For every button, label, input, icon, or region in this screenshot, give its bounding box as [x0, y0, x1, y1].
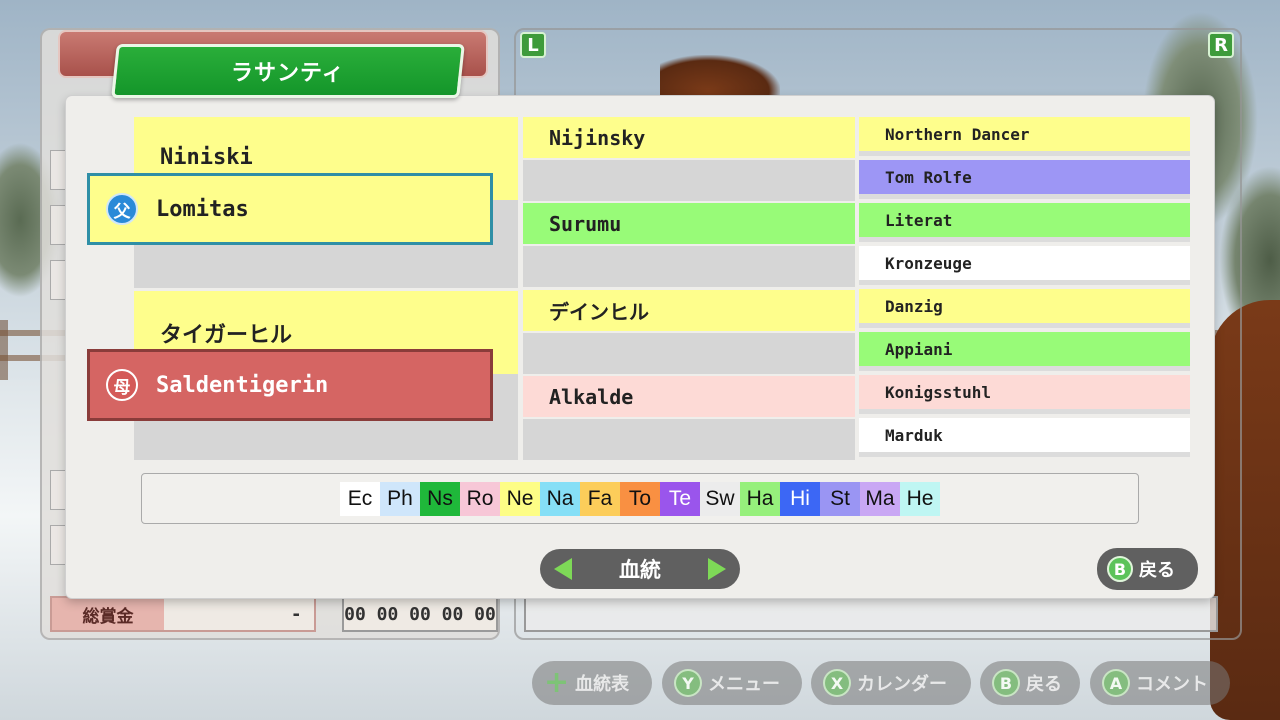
- legend-chip-ne: Ne: [500, 481, 540, 516]
- pedigree-name: Nijinsky: [549, 125, 646, 150]
- pedigree-cell-g3-4[interactable]: [523, 246, 855, 287]
- legend-chip-he: He: [900, 481, 940, 516]
- plus-icon: +: [544, 665, 570, 700]
- legend-chip-ro: Ro: [460, 481, 500, 516]
- total-prize-value: -: [292, 603, 300, 625]
- comment-button[interactable]: A コメント: [1090, 661, 1230, 705]
- legend-chip-ns: Ns: [420, 481, 460, 516]
- legend-chip-hi: Hi: [780, 481, 820, 516]
- hint-label: メニュー: [708, 674, 780, 695]
- total-prize-row: 総賞金 -: [50, 596, 316, 632]
- pedigree-name: デインヒル: [549, 300, 649, 324]
- hint-label: カレンダー: [857, 674, 947, 695]
- legend-chip-ec: Ec: [340, 481, 380, 516]
- legend-chip-fa: Fa: [580, 481, 620, 516]
- back-button[interactable]: B 戻る: [1097, 548, 1198, 590]
- pedigree-table-button[interactable]: + 血統表: [532, 661, 652, 705]
- back-hint-button[interactable]: B 戻る: [980, 661, 1080, 705]
- sire-name: Lomitas: [156, 196, 249, 222]
- x-button-icon: X: [823, 669, 851, 697]
- hint-label: 戻る: [1026, 674, 1062, 695]
- calendar-button[interactable]: X カレンダー: [811, 661, 971, 705]
- b-button-icon: B: [992, 669, 1020, 697]
- pedigree-cell-g4-5[interactable]: Danzig: [859, 289, 1190, 328]
- pedigree-cell-g4-4[interactable]: Kronzeuge: [859, 246, 1190, 285]
- r-button-badge[interactable]: R: [1208, 32, 1234, 58]
- pedigree-name: Surumu: [549, 211, 622, 236]
- sire-icon: 父: [106, 193, 138, 225]
- horse-name-tab: ラサンティ: [111, 44, 465, 98]
- arrow-left-icon[interactable]: [554, 558, 572, 580]
- pedigree-name: Appiani: [885, 339, 953, 359]
- legend-chip-sw: Sw: [700, 481, 740, 516]
- a-button-icon: A: [1102, 669, 1130, 697]
- dam-icon: 母: [106, 369, 138, 401]
- pedigree-cell-g3-1[interactable]: Nijinsky: [523, 117, 855, 158]
- pedigree-cell-g4-3[interactable]: Literat: [859, 203, 1190, 242]
- pedigree-cell-g4-6[interactable]: Appiani: [859, 332, 1190, 371]
- legend-chip-te: Te: [660, 481, 700, 516]
- pedigree-name: Alkalde: [549, 384, 634, 409]
- comment-box: [524, 596, 1218, 632]
- pedigree-cell-g3-3[interactable]: Surumu: [523, 203, 855, 244]
- horse-name: ラサンティ: [231, 61, 345, 86]
- legend-chip-to: To: [620, 481, 660, 516]
- lineage-legend: Ec Ph Ns Ro Ne Na Fa To Te Sw Ha Hi St Ma He: [141, 473, 1139, 524]
- pedigree-name: Kronzeuge: [885, 253, 972, 273]
- menu-button[interactable]: Y メニュー: [662, 661, 802, 705]
- pedigree-name: Northern Dancer: [885, 124, 1030, 144]
- pedigree-cell-g3-7[interactable]: Alkalde: [523, 376, 855, 417]
- pedigree-name: Danzig: [885, 296, 943, 316]
- legend-chip-ha: Ha: [740, 481, 780, 516]
- b-button-icon: B: [1107, 556, 1133, 582]
- legend-chip-st: St: [820, 481, 860, 516]
- hint-label: コメント: [1136, 674, 1208, 695]
- pedigree-name: タイガーヒル: [160, 323, 293, 348]
- record-numbers: 00 00 00 00 00: [342, 596, 498, 632]
- arrow-right-icon[interactable]: [708, 558, 726, 580]
- pedigree-cell-g4-2[interactable]: Tom Rolfe: [859, 160, 1190, 199]
- section-label: 血統: [619, 558, 661, 582]
- y-button-icon: Y: [674, 669, 702, 697]
- pedigree-cell-g3-5[interactable]: デインヒル: [523, 290, 855, 331]
- sire-box[interactable]: 父 Lomitas: [87, 173, 493, 245]
- total-prize-label: 総賞金: [52, 598, 164, 630]
- pedigree-name: Konigsstuhl: [885, 382, 991, 402]
- pedigree-cell-g3-2[interactable]: [523, 160, 855, 201]
- pedigree-name: Tom Rolfe: [885, 167, 972, 187]
- dam-name: Saldentigerin: [156, 372, 329, 398]
- pedigree-name: Niniski: [160, 145, 253, 170]
- section-nav: 血統: [540, 549, 740, 589]
- pedigree-cell-g4-1[interactable]: Northern Dancer: [859, 117, 1190, 156]
- legend-chip-na: Na: [540, 481, 580, 516]
- back-label: 戻る: [1139, 560, 1175, 581]
- dam-box[interactable]: 母 Saldentigerin: [87, 349, 493, 421]
- pedigree-name: Literat: [885, 210, 953, 230]
- hint-label: 血統表: [575, 674, 630, 695]
- l-button-badge[interactable]: L: [520, 32, 546, 58]
- pedigree-cell-g4-7[interactable]: Konigsstuhl: [859, 375, 1190, 414]
- pedigree-name: Marduk: [885, 425, 943, 445]
- legend-chip-ph: Ph: [380, 481, 420, 516]
- pedigree-cell-g4-8[interactable]: Marduk: [859, 418, 1190, 457]
- pedigree-cell-g3-8[interactable]: [523, 419, 855, 460]
- pedigree-cell-g3-6[interactable]: [523, 333, 855, 374]
- legend-chip-ma: Ma: [860, 481, 900, 516]
